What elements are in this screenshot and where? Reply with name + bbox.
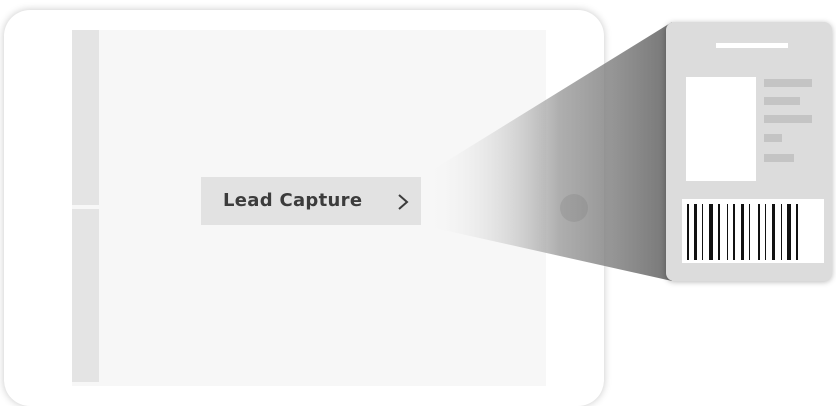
barcode-bar [702,204,703,260]
barcode-bar [741,204,744,260]
home-button[interactable] [560,194,588,222]
badge-text-line [764,115,812,123]
badge-text-line [764,79,812,87]
photo-placeholder [686,77,756,181]
barcode-bar [787,204,791,260]
barcode-bar [765,204,766,260]
barcode-bar [709,204,713,260]
attendee-badge [666,22,832,281]
badge-text-line [764,97,800,105]
barcode-bar [727,204,728,260]
barcode-bar [749,204,750,260]
badge-text-line [764,154,794,162]
barcode-bar [687,204,689,260]
barcode-bar [772,204,775,260]
illustration: Lead Capture [0,0,836,406]
sidebar-panel-top [72,30,99,205]
lead-capture-button[interactable]: Lead Capture [201,177,421,225]
badge-header-line [716,43,788,48]
barcode [682,199,824,263]
barcode-bar [694,204,697,260]
barcode-bar [733,204,735,260]
badge-text-line [764,134,782,142]
chevron-right-icon [398,194,409,210]
lead-capture-label: Lead Capture [223,190,363,211]
barcode-bar [758,204,760,260]
barcode-bar [781,204,782,260]
barcode-bar [796,204,798,260]
barcode-bar [718,204,720,260]
barcode-icon [687,204,798,260]
sidebar-panel-bottom [72,209,99,382]
